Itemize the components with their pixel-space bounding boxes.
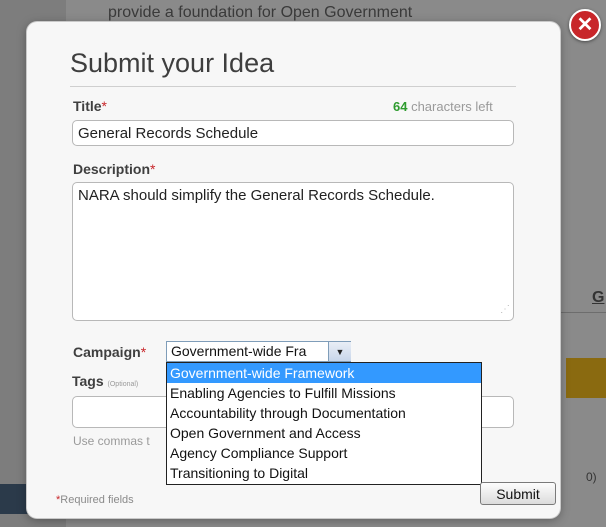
title-label: Title* <box>73 98 107 114</box>
submit-button[interactable]: Submit <box>480 482 556 505</box>
required-marker: * <box>101 98 107 114</box>
campaign-dropdown-arrow[interactable]: ▼ <box>328 342 351 361</box>
chars-left-count: 64 <box>393 99 408 114</box>
required-fields-note: *Required fields <box>56 494 134 506</box>
description-textarea[interactable]: NARA should simplify the General Records… <box>72 182 514 321</box>
tags-optional-note: (Optional) <box>107 381 139 388</box>
close-icon: ✕ <box>576 14 594 36</box>
background-footer-block <box>0 484 28 514</box>
campaign-option[interactable]: Transitioning to Digital <box>167 463 481 483</box>
dialog-title: Submit your Idea <box>70 48 275 78</box>
background-footer-text: 0) <box>586 470 597 484</box>
tags-label: Tags (Optional) <box>72 373 139 389</box>
campaign-option[interactable]: Agency Compliance Support <box>167 443 481 463</box>
background-link-fragment: G <box>592 289 605 306</box>
close-button[interactable]: ✕ <box>569 9 601 41</box>
campaign-option[interactable]: Enabling Agencies to Fulfill Missions <box>167 383 481 403</box>
required-marker: * <box>140 344 147 360</box>
campaign-selected-value: Government-wide Fra <box>171 343 307 359</box>
campaign-select[interactable]: Government-wide Fra <box>166 341 351 362</box>
campaign-label: Campaign* <box>73 344 147 360</box>
required-marker: * <box>150 161 156 177</box>
chevron-down-icon: ▼ <box>335 346 345 357</box>
campaign-option[interactable]: Government-wide Framework <box>167 363 481 383</box>
title-divider <box>70 86 516 87</box>
title-input[interactable] <box>72 120 514 146</box>
tags-hint: Use commas t <box>73 434 150 448</box>
resize-grip-icon[interactable]: ⋰ <box>500 305 510 315</box>
campaign-option[interactable]: Open Government and Access <box>167 423 481 443</box>
chars-left-counter: 64 characters left <box>393 99 493 114</box>
background-divider <box>560 312 606 313</box>
chars-left-text: characters left <box>407 99 493 114</box>
campaign-options-list: Government-wide Framework Enabling Agenc… <box>166 362 482 485</box>
description-label: Description* <box>73 161 156 177</box>
background-banner <box>566 358 606 398</box>
campaign-option[interactable]: Accountability through Documentation <box>167 403 481 423</box>
background-header-text: provide a foundation for Open Government <box>108 4 413 21</box>
